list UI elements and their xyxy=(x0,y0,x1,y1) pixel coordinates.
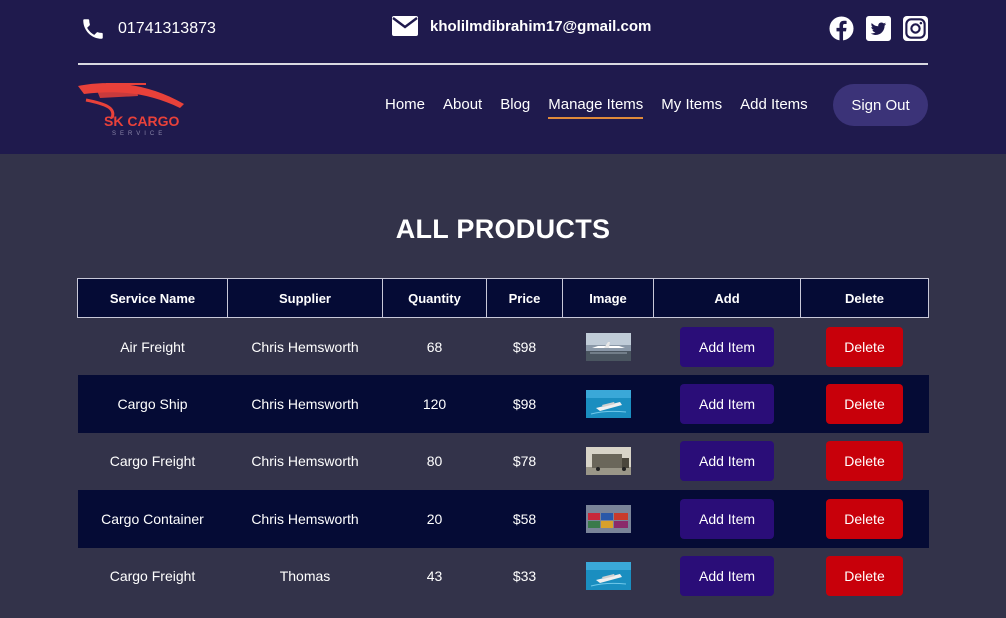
delete-button[interactable]: Delete xyxy=(826,326,903,367)
containers-photo xyxy=(585,504,631,533)
quantity: 20 xyxy=(382,490,487,548)
price: $33 xyxy=(486,547,563,605)
header-service-name: Service Name xyxy=(77,278,228,318)
nav-manage-items[interactable]: Manage Items xyxy=(548,95,644,119)
service-name: Cargo Ship xyxy=(77,375,228,433)
header-delete: Delete xyxy=(800,278,929,318)
quantity: 43 xyxy=(382,547,487,605)
quantity: 68 xyxy=(382,317,487,375)
logo-brand: SK CARGO xyxy=(104,113,180,129)
nav-blog[interactable]: Blog xyxy=(500,95,530,119)
site-header: 01741313873 kholilmdibrahim17@gmail.com xyxy=(0,0,1006,154)
price: $78 xyxy=(486,432,563,490)
service-name: Cargo Container xyxy=(77,490,228,548)
table-row: Cargo Ship Chris Hemsworth 120 $98 Add I… xyxy=(77,375,929,433)
image-cell xyxy=(562,317,654,375)
quantity: 80 xyxy=(382,432,487,490)
contact-bar: 01741313873 kholilmdibrahim17@gmail.com xyxy=(0,0,1006,64)
header-divider xyxy=(78,63,928,65)
delete-button[interactable]: Delete xyxy=(826,383,903,424)
phone-icon xyxy=(83,19,103,39)
table-row: Cargo Freight Thomas 43 $33 Add Item Del… xyxy=(77,547,929,605)
price: $98 xyxy=(486,375,563,433)
mail-icon xyxy=(392,16,418,36)
delete-button[interactable]: Delete xyxy=(826,441,903,482)
image-cell xyxy=(562,490,654,548)
add-item-button[interactable]: Add Item xyxy=(680,556,774,597)
table-row: Cargo Container Chris Hemsworth 20 $58 A… xyxy=(77,490,929,548)
table-row: Air Freight Chris Hemsworth 68 $98 Add I… xyxy=(77,317,929,375)
supplier: Chris Hemsworth xyxy=(227,317,383,375)
products-table: Service Name Supplier Quantity Price Ima… xyxy=(77,278,929,605)
supplier: Chris Hemsworth xyxy=(227,490,383,548)
email-contact[interactable]: kholilmdibrahim17@gmail.com xyxy=(392,16,651,36)
service-name: Air Freight xyxy=(77,317,228,375)
facebook-icon[interactable] xyxy=(829,16,854,41)
twitter-icon[interactable] xyxy=(866,16,891,41)
supplier: Chris Hemsworth xyxy=(227,432,383,490)
price: $58 xyxy=(486,490,563,548)
add-item-button[interactable]: Add Item xyxy=(680,441,774,482)
social-links xyxy=(829,16,928,41)
add-cell: Add Item xyxy=(653,375,801,433)
header-supplier: Supplier xyxy=(227,278,383,318)
delete-cell: Delete xyxy=(800,547,929,605)
supplier: Thomas xyxy=(227,547,383,605)
nav-add-items[interactable]: Add Items xyxy=(740,95,808,119)
delete-button[interactable]: Delete xyxy=(826,556,903,597)
nav-about[interactable]: About xyxy=(443,95,482,119)
sk-cargo-logo[interactable]: SK CARGO SERVICE xyxy=(76,78,188,138)
quantity: 120 xyxy=(382,375,487,433)
delete-cell: Delete xyxy=(800,490,929,548)
add-cell: Add Item xyxy=(653,490,801,548)
ship-photo xyxy=(585,389,631,418)
supplier: Chris Hemsworth xyxy=(227,375,383,433)
page-title: ALL PRODUCTS xyxy=(395,214,611,244)
delete-cell: Delete xyxy=(800,317,929,375)
nav-my-items[interactable]: My Items xyxy=(661,95,722,119)
add-item-button[interactable]: Add Item xyxy=(680,498,774,539)
nav-home[interactable]: Home xyxy=(385,95,425,119)
image-cell xyxy=(562,375,654,433)
email-address: kholilmdibrahim17@gmail.com xyxy=(430,17,652,35)
service-name: Cargo Freight xyxy=(77,547,228,605)
price: $98 xyxy=(486,317,563,375)
add-cell: Add Item xyxy=(653,317,801,375)
ship-photo xyxy=(585,562,631,591)
logo-tagline: SERVICE xyxy=(112,131,166,137)
header-price: Price xyxy=(486,278,563,318)
table-header-row: Service Name Supplier Quantity Price Ima… xyxy=(77,278,929,318)
header-quantity: Quantity xyxy=(382,278,487,318)
add-item-button[interactable]: Add Item xyxy=(680,383,774,424)
delete-cell: Delete xyxy=(800,375,929,433)
image-cell xyxy=(562,432,654,490)
phone-number: 01741313873 xyxy=(118,20,216,37)
service-name: Cargo Freight xyxy=(77,432,228,490)
airplane-photo xyxy=(585,332,631,361)
table-row: Cargo Freight Chris Hemsworth 80 $78 Add… xyxy=(77,432,929,490)
delete-button[interactable]: Delete xyxy=(826,498,903,539)
sign-out-button[interactable]: Sign Out xyxy=(833,84,928,126)
add-cell: Add Item xyxy=(653,547,801,605)
image-cell xyxy=(562,547,654,605)
delete-cell: Delete xyxy=(800,432,929,490)
header-add: Add xyxy=(653,278,801,318)
main-nav: Home About Blog Manage Items My Items Ad… xyxy=(385,95,826,119)
instagram-icon[interactable] xyxy=(903,16,928,41)
add-item-button[interactable]: Add Item xyxy=(680,326,774,367)
header-image: Image xyxy=(562,278,654,318)
phone-contact[interactable]: 01741313873 xyxy=(80,16,216,42)
add-cell: Add Item xyxy=(653,432,801,490)
truck-photo xyxy=(585,447,631,476)
